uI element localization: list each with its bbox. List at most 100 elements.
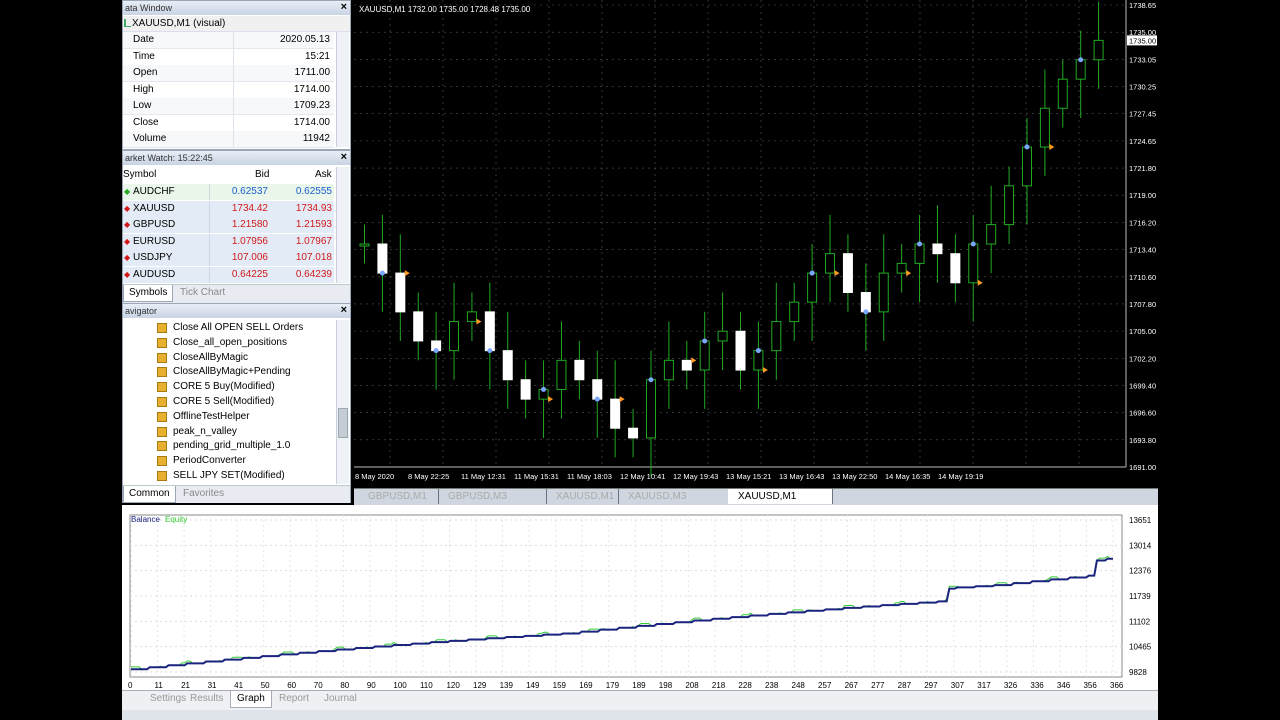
data-window-row: Volume 11942 <box>123 131 334 148</box>
order-arrow-icon <box>691 357 697 364</box>
data-window-row: Open 1711.00 <box>123 65 334 82</box>
x-tick-label: 277 <box>871 681 885 690</box>
script-icon <box>157 471 167 481</box>
x-tick-label: 169 <box>579 681 593 690</box>
data-window-symbol: XAUUSD,M1 (visual) <box>123 16 350 32</box>
scrollbar-thumb[interactable] <box>338 408 348 438</box>
price-tick-label: 1705.00 <box>1129 327 1156 336</box>
time-tick-label: 12 May 19:43 <box>673 472 718 481</box>
chart-tab[interactable]: GBPUSD,M1 <box>358 489 439 504</box>
bear-candle <box>592 379 603 400</box>
column-separator <box>233 114 234 131</box>
y-tick-label: 9828 <box>1129 668 1147 677</box>
navigator-tree: Close All OPEN SELL Orders Close_all_open… <box>123 320 334 484</box>
column-header-ask[interactable]: Ask <box>315 169 332 180</box>
close-icon[interactable]: × <box>341 151 347 163</box>
data-window-scrollbar[interactable] <box>336 32 349 147</box>
column-separator <box>209 266 210 283</box>
row-label: Low <box>133 100 152 111</box>
chart-tabs: GBPUSD,M1GBPUSD,M3 (offline)XAUUSD,M1XAU… <box>354 488 1158 517</box>
navigator-tabs: Common Favorites <box>123 485 350 503</box>
bull-candle <box>1021 146 1032 187</box>
script-icon <box>157 456 167 467</box>
market-watch-row[interactable]: ◆ USDJPY 107.006 107.018 <box>123 250 334 266</box>
chart-tab[interactable]: XAUUSD,M1 <box>546 489 619 504</box>
tab-tick-chart[interactable]: Tick Chart <box>175 285 230 301</box>
order-arrow-icon <box>476 318 482 325</box>
tester-tab-report[interactable]: Report <box>273 691 315 707</box>
time-tick-label: 12 May 10:41 <box>620 472 665 481</box>
bear-candle <box>681 359 692 371</box>
market-watch: arket Watch: 15:22:45 × Symbol Bid Ask ◆… <box>122 150 351 303</box>
bull-candle <box>1093 39 1104 61</box>
order-arrow-icon <box>906 270 912 277</box>
equity-graph[interactable]: 13651 13014 12376 11739 11102 10465 9828 0 11 21 3… <box>122 505 1158 690</box>
tab-favorites[interactable]: Favorites <box>178 486 229 502</box>
x-tick-label: 90 <box>367 681 376 690</box>
chart-canvas[interactable]: 1738.65 1735.00 1733.05 1730.25 1727.45 1724.… <box>354 0 1158 488</box>
market-watch-row[interactable]: ◆ AUDCHF 0.62537 0.62555 <box>123 184 334 200</box>
price-tick-label: 1713.40 <box>1129 246 1156 255</box>
bear-candle <box>377 243 388 274</box>
column-header-symbol[interactable]: Symbol <box>123 169 156 180</box>
price-tick-label: 1721.80 <box>1129 164 1156 173</box>
status-bar <box>122 710 1158 720</box>
x-tick-label: 11 <box>155 681 164 690</box>
market-watch-row[interactable]: ◆ GBPUSD 1.21580 1.21593 <box>123 217 334 233</box>
chart-tab[interactable]: XAUUSD,M3 (offline) <box>618 489 729 517</box>
bull-candle <box>359 243 370 247</box>
market-watch-row[interactable]: ◆ AUDUSD 0.64225 0.64239 <box>123 266 334 283</box>
x-tick-label: 100 <box>393 681 407 690</box>
time-tick-label: 11 May 12:31 <box>461 472 506 481</box>
navigator-scrollbar[interactable] <box>336 320 349 484</box>
tab-common[interactable]: Common <box>123 486 176 503</box>
bull-candle <box>449 321 460 352</box>
bull-candle <box>645 379 656 439</box>
row-value: 1714.00 <box>293 83 330 95</box>
x-tick-label: 326 <box>1004 681 1018 690</box>
x-tick-label: 208 <box>685 681 699 690</box>
script-icon <box>157 411 167 422</box>
tab-symbols[interactable]: Symbols <box>123 285 174 302</box>
price-tick-label: 1738.65 <box>1129 1 1156 10</box>
bull-candle <box>1075 59 1086 80</box>
tester-tab-results[interactable]: Results <box>184 691 229 707</box>
bid-value: 1.21580 <box>231 219 268 230</box>
tester-tab-graph[interactable]: Graph <box>230 691 272 708</box>
x-tick-label: 70 <box>314 681 323 690</box>
navigator-item-label: Close All OPEN SELL Orders <box>173 322 304 333</box>
x-tick-label: 139 <box>500 681 514 690</box>
y-tick-label: 13651 <box>1129 516 1152 525</box>
chart-tab[interactable]: GBPUSD,M3 (offline) <box>438 489 547 517</box>
x-tick-label: 198 <box>659 681 673 690</box>
market-watch-tabs: Symbols Tick Chart <box>123 284 350 303</box>
market-watch-scrollbar[interactable] <box>336 167 349 283</box>
tester-tab-journal[interactable]: Journal <box>318 691 363 707</box>
order-arrow-icon <box>404 270 410 277</box>
bear-candle <box>628 427 639 439</box>
close-icon[interactable]: × <box>341 304 347 316</box>
chart-tab[interactable]: XAUUSD,M1 (visual) <box>728 489 833 517</box>
market-watch-row[interactable]: ◆ EURUSD 1.07956 1.07967 <box>123 233 334 250</box>
market-watch-row[interactable]: ◆ XAUUSD 1734.42 1734.93 <box>123 200 334 217</box>
data-window-row: Date 2020.05.13 <box>123 32 334 49</box>
price-tick-label: 1702.20 <box>1129 354 1156 363</box>
time-tick-label: 14 May 19:19 <box>938 472 983 481</box>
bear-candle <box>520 379 531 400</box>
ask-value: 107.018 <box>295 252 332 263</box>
arrow-up-icon: ◆ <box>124 187 131 196</box>
close-icon[interactable]: × <box>341 1 347 13</box>
market-watch-title: arket Watch: 15:22:45 <box>123 151 350 165</box>
price-tick-label: 1719.00 <box>1129 191 1156 200</box>
arrow-down-icon: ◆ <box>124 269 131 279</box>
price-chart[interactable]: 1738.65 1735.00 1733.05 1730.25 1727.45 1724.… <box>354 0 1158 488</box>
y-tick-label: 11102 <box>1129 617 1151 626</box>
symbol-name: USDJPY <box>133 252 173 263</box>
bull-candle <box>807 272 818 303</box>
data-window-row: Time 15:21 <box>123 48 334 66</box>
script-icon <box>157 426 167 437</box>
legend-equity: Equity <box>165 515 188 524</box>
script-icon <box>157 382 167 393</box>
navigator-item-label: CloseAllByMagic <box>173 351 249 363</box>
column-header-bid[interactable]: Bid <box>255 169 269 180</box>
